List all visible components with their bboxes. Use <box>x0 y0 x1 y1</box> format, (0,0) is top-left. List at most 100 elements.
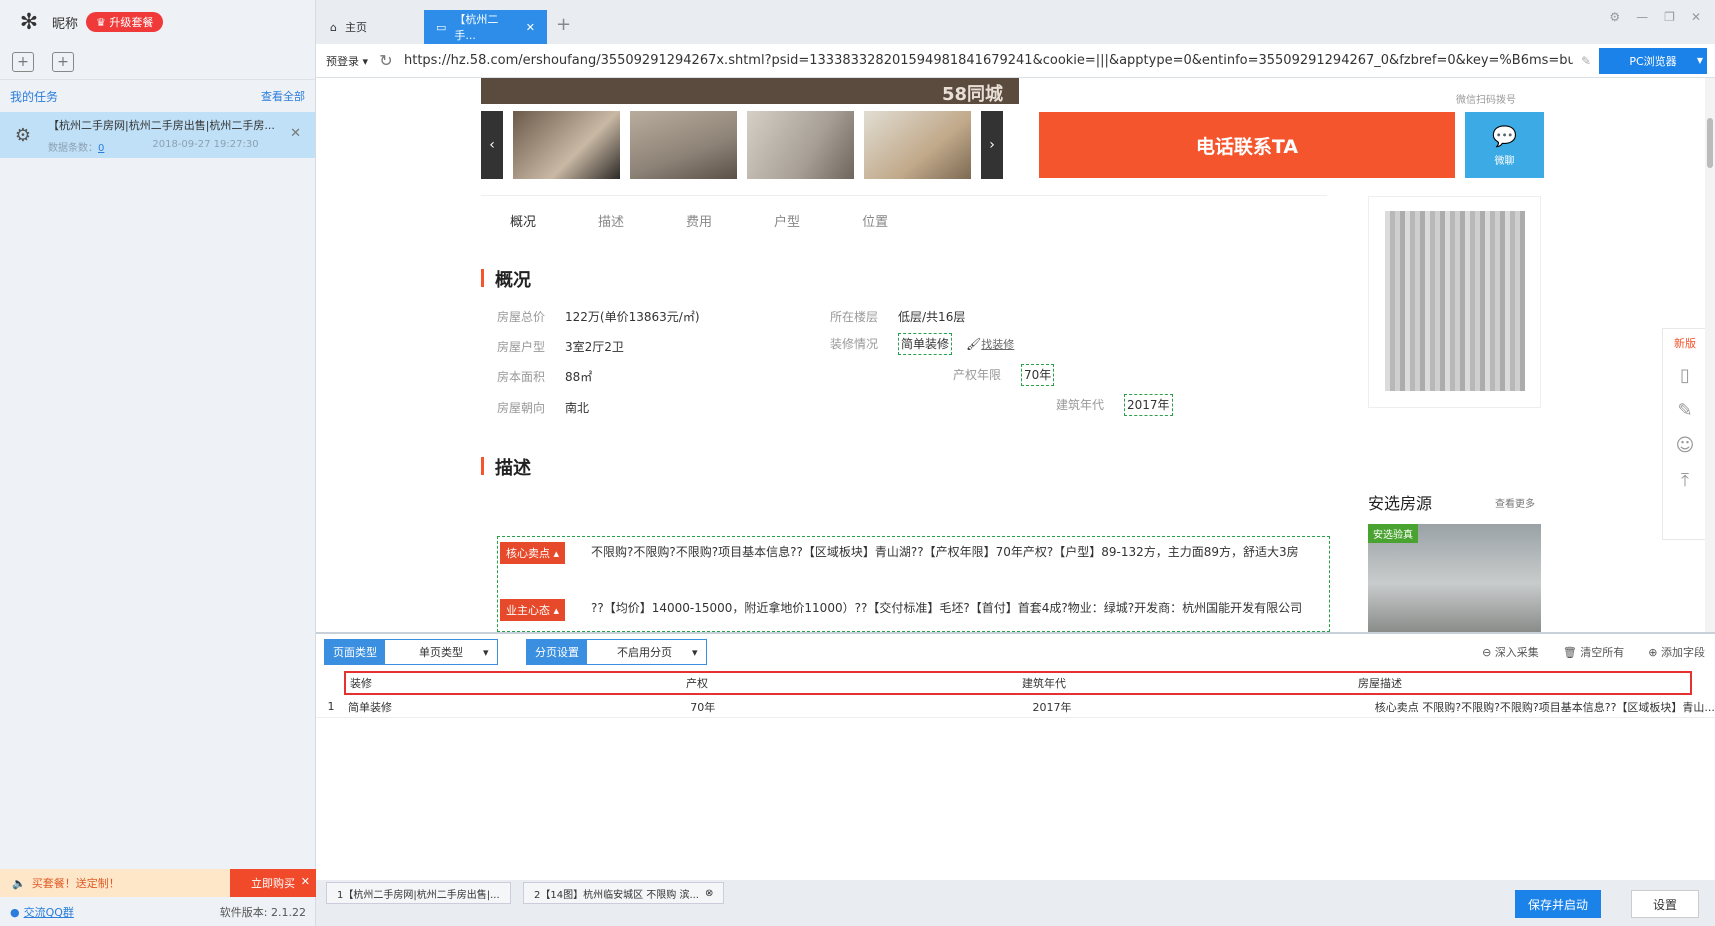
clear-all-label: 清空所有 <box>1580 646 1625 659</box>
nav-layout[interactable]: 户型 <box>774 211 800 230</box>
field-built: 建筑年代 2017年 <box>1056 394 1173 416</box>
field-label: 建筑年代 <box>1056 398 1105 412</box>
column-header[interactable]: 建筑年代 <box>1018 675 1354 691</box>
restore-icon[interactable]: ❐ <box>1664 10 1675 24</box>
page-type-value: 单页类型 ▾ <box>385 640 497 664</box>
url-input[interactable]: https://hz.58.com/ershoufang/35509291294… <box>400 53 1573 68</box>
nav-description[interactable]: 描述 <box>598 211 624 230</box>
field-value-selected[interactable]: 2017年 <box>1124 394 1173 416</box>
row-index: 1 <box>327 700 335 713</box>
add-field-button[interactable]: ⊕ 添加字段 <box>1648 644 1705 660</box>
thumbnail[interactable] <box>864 111 971 179</box>
task-item[interactable]: ⚙ 【杭州二手房网|杭州二手房出售|杭州二手房... 数据条数：0 2018-0… <box>0 112 315 158</box>
collector-pane: 页面类型 单页类型 ▾ 分页设置 不启用分页 ▾ ⊖ 深入采集 🗑 清空所有 ⊕ 添… <box>316 632 1715 880</box>
deep-collect-label: 深入采集 <box>1494 646 1539 659</box>
promo-bar: 🔈 买套餐！送定制！ 立即购买 ✕ <box>0 869 316 897</box>
browser-mode-button[interactable]: PC浏览器 ▼ <box>1599 47 1707 74</box>
wechat-button[interactable]: 💬 微聊 <box>1465 112 1544 178</box>
pagination-select[interactable]: 分页设置 不启用分页 ▾ <box>526 639 707 665</box>
field-value-selected[interactable]: 简单装修 <box>898 333 953 355</box>
deep-collect-button[interactable]: ⊖ 深入采集 <box>1482 644 1539 660</box>
column-header[interactable]: 产权 <box>682 675 1018 691</box>
speaker-icon: 🔈 <box>12 876 26 890</box>
scroll-thumb[interactable] <box>1707 118 1713 168</box>
field-value: 3室2厅2卫 <box>565 340 624 354</box>
sidebar: ✻ 昵称 ♛ 升级套餐 + + 我的任务 查看全部 ⚙ 【杭州二手房网|杭州二手… <box>0 0 316 926</box>
tab-home-label: 主页 <box>344 21 367 34</box>
task-info: 【杭州二手房网|杭州二手房出售|杭州二手房... 数据条数：0 2018-09-… <box>48 117 275 154</box>
sidebar-header: ✻ 昵称 ♛ 升级套餐 <box>0 0 315 44</box>
upgrade-label: 升级套餐 <box>109 16 154 29</box>
field-property: 产权年限 70年 <box>953 364 1055 386</box>
tab-current[interactable]: ▭ 【杭州二手... ✕ <box>424 10 547 44</box>
tag-core-label: 核心卖点 <box>506 547 550 560</box>
tag-owner-label: 业主心态 <box>506 604 550 617</box>
edit-url-icon[interactable]: ✎ <box>1573 54 1599 68</box>
main-photo: 58同城 <box>481 78 1019 105</box>
thumbnail[interactable] <box>630 111 737 179</box>
page-tab-1[interactable]: 1【杭州二手房网|杭州二手房出售|... <box>326 882 511 904</box>
minimize-icon[interactable]: — <box>1636 10 1648 24</box>
call-button[interactable]: 电话联系TA <box>1039 112 1455 178</box>
close-window-icon[interactable]: ✕ <box>1691 10 1701 24</box>
sidebar-toolbar: + + <box>0 44 315 80</box>
tab-close-icon[interactable]: ✕ <box>526 21 535 34</box>
nickname[interactable]: 昵称 <box>52 13 78 32</box>
tab-home[interactable]: ⌂ 主页 <box>318 10 423 44</box>
table-row[interactable]: 1 简单装修 70年 2017年 核心卖点 不限购?不限购?不限购?项目基本信息… <box>316 696 1715 718</box>
anxuan-more-link[interactable]: 查看更多 <box>1495 495 1535 510</box>
table-cell: 简单装修 <box>348 700 392 714</box>
task-time: 2018-09-27 19:27:30 <box>152 138 259 150</box>
new-folder-icon[interactable]: + <box>52 51 74 72</box>
description-box[interactable]: 核心卖点 ▴ 不限购?不限购?不限购?项目基本信息??【区域板块】青山湖??【产… <box>497 536 1330 632</box>
thumbnail[interactable] <box>747 111 854 179</box>
window-controls: ⚙ — ❐ ✕ <box>1609 10 1701 24</box>
find-decor-link[interactable]: 找装修 <box>981 338 1014 351</box>
chevron-down-icon: ▾ <box>483 645 489 659</box>
reload-icon[interactable]: ↻ <box>372 51 400 70</box>
prev-arrow-icon[interactable]: ‹ <box>481 111 503 179</box>
new-task-icon[interactable]: + <box>12 51 34 72</box>
page-type-label: 页面类型 <box>325 640 385 664</box>
page-type-select[interactable]: 页面类型 单页类型 ▾ <box>324 639 498 665</box>
settings-button[interactable]: 设置 <box>1631 890 1699 918</box>
clear-all-button[interactable]: 🗑 清空所有 <box>1563 644 1624 660</box>
buy-now-button[interactable]: 立即购买 ✕ <box>230 869 316 897</box>
back-to-top-icon[interactable]: ⤒ <box>1681 470 1689 491</box>
thumbnail[interactable] <box>513 111 620 179</box>
view-all-link[interactable]: 查看全部 <box>261 88 305 104</box>
web-scrollbar[interactable] <box>1705 78 1715 632</box>
field-value-selected[interactable]: 70年 <box>1021 364 1055 386</box>
web-view: 58同城 微信扫码拨号 ‹ › 电话联系TA 💬 微聊 概况 描述 费用 户型 位… <box>316 78 1715 632</box>
penguin-icon: ● <box>10 905 20 919</box>
table-cell: 2017年 <box>1032 700 1072 714</box>
table-header: 装修 产权 建筑年代 房屋描述 <box>344 671 1692 695</box>
phone-app-icon[interactable]: ▯ <box>1680 365 1690 386</box>
nav-fees[interactable]: 费用 <box>686 211 712 230</box>
pagination-label: 分页设置 <box>527 640 587 664</box>
upgrade-button[interactable]: ♛ 升级套餐 <box>86 12 164 32</box>
column-header[interactable]: 装修 <box>346 675 682 691</box>
support-icon[interactable]: ☺ <box>1676 435 1695 456</box>
task-count-value[interactable]: 0 <box>98 143 104 154</box>
settings-gear-icon[interactable]: ⚙ <box>1609 10 1620 24</box>
nav-overview[interactable]: 概况 <box>510 211 536 230</box>
page-tab-2-label: 2【14图】杭州临安城区 不限购 滨... <box>534 889 699 901</box>
new-tab-icon[interactable]: + <box>556 14 571 35</box>
promo-close-icon[interactable]: ✕ <box>301 875 310 888</box>
column-header[interactable]: 房屋描述 <box>1354 675 1690 691</box>
edit-icon[interactable]: ✎ <box>1677 400 1692 421</box>
browser-mode-label: PC浏览器 <box>1629 54 1677 68</box>
field-area: 房本面积 88㎡ <box>497 368 592 385</box>
nav-location[interactable]: 位置 <box>862 211 888 230</box>
prelogin-dropdown[interactable]: 预登录 ▾ <box>316 53 372 69</box>
divider <box>481 195 1327 196</box>
desc-line-1: 不限购?不限购?不限购?项目基本信息??【区域板块】青山湖??【产权年限】70年… <box>591 545 1299 559</box>
next-arrow-icon[interactable]: › <box>981 111 1003 179</box>
page-tab-2[interactable]: 2【14图】杭州临安城区 不限购 滨... ⊗ <box>523 882 725 904</box>
save-start-button[interactable]: 保存并启动 <box>1515 890 1601 918</box>
task-close-icon[interactable]: ✕ <box>290 126 301 141</box>
new-version-label[interactable]: 新版 <box>1674 335 1696 351</box>
close-icon[interactable]: ⊗ <box>705 888 713 899</box>
qq-group-link[interactable]: ● 交流QQ群 <box>10 904 74 920</box>
